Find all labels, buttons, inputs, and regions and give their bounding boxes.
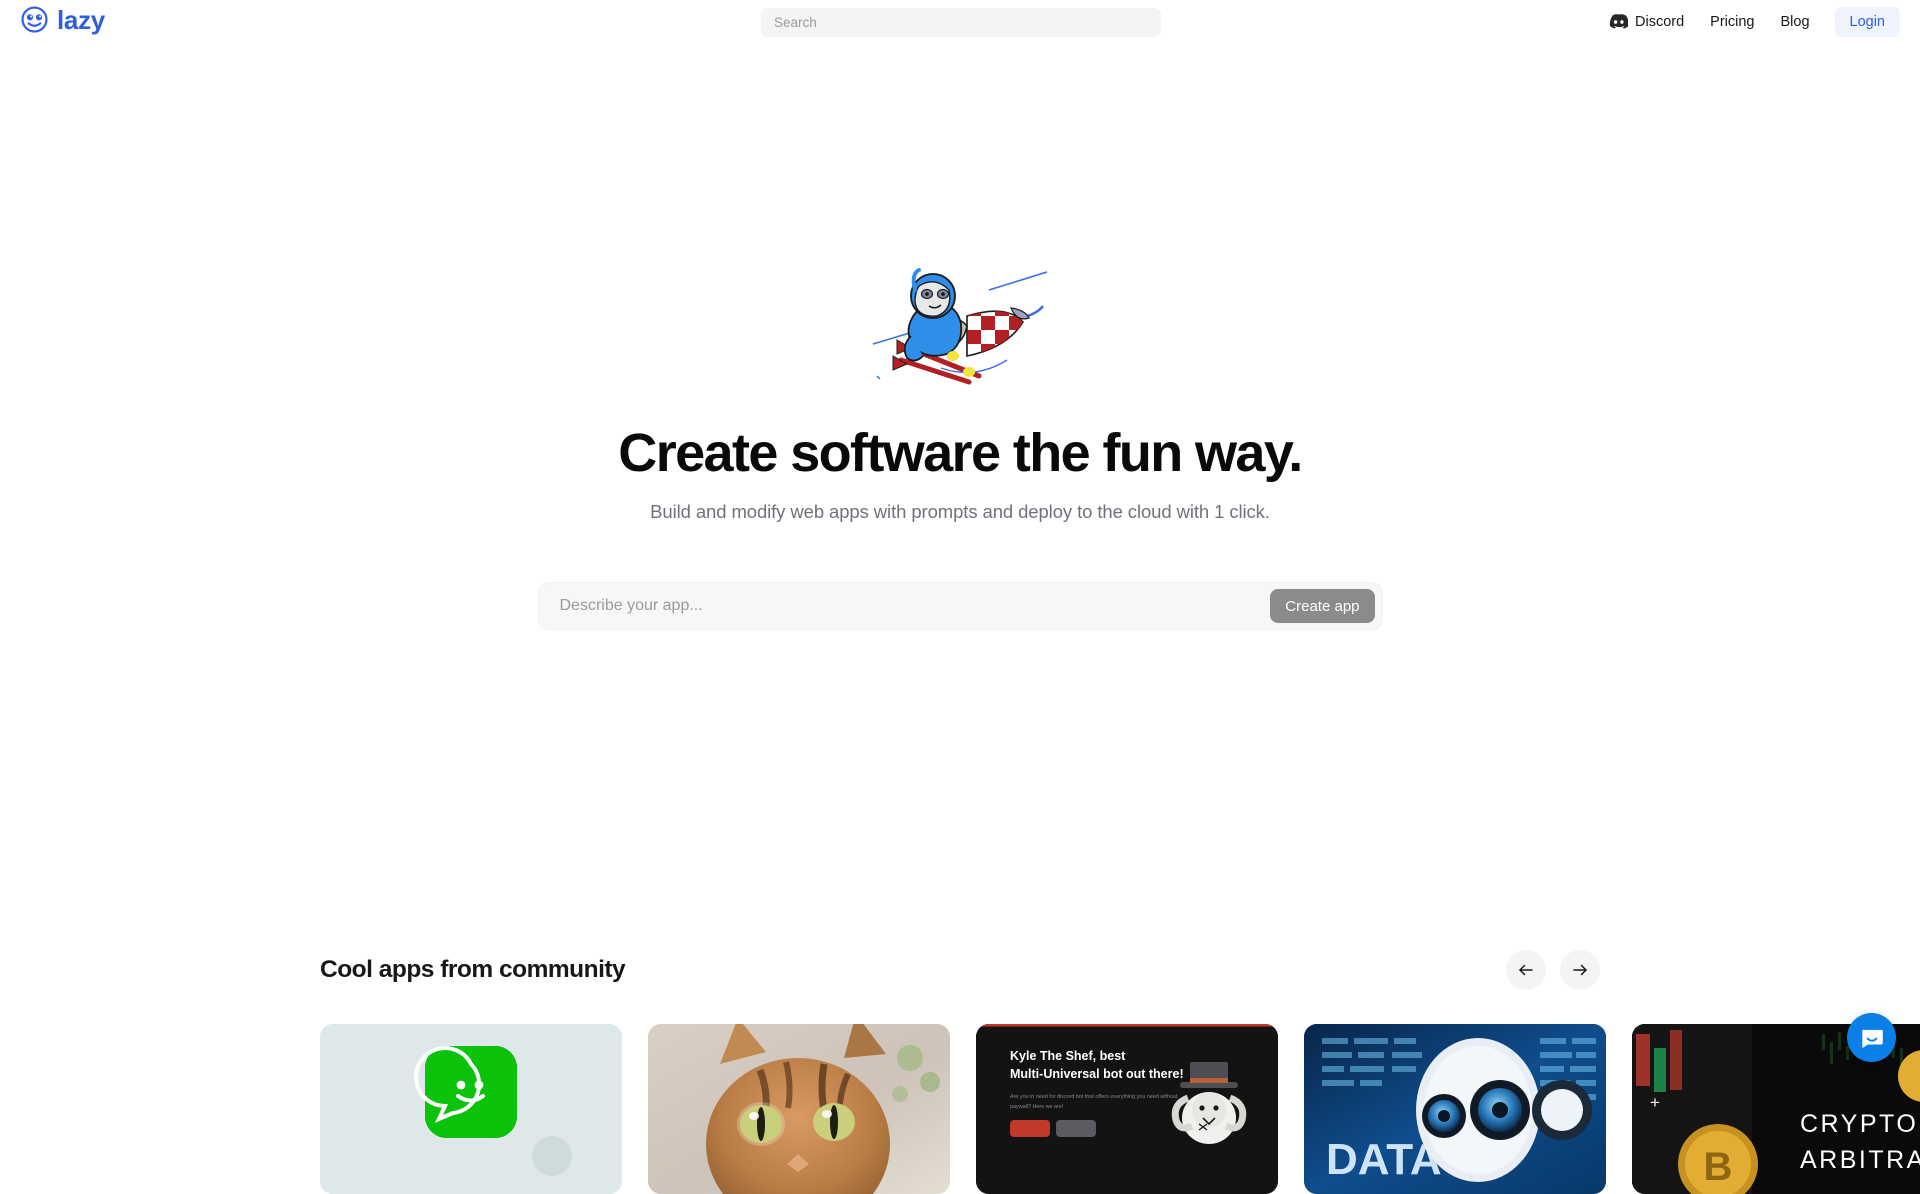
svg-text:paywall? Here we are!: paywall? Here we are! bbox=[1010, 1104, 1064, 1110]
blue-robot-data-dashboard-icon: DATA bbox=[1304, 1024, 1606, 1194]
hero-section: Create software the fun way. Build and m… bbox=[0, 49, 1920, 630]
svg-text:Are you in need for discord bo: Are you in need for discord bot that off… bbox=[1010, 1094, 1178, 1100]
chat-bubble-icon bbox=[1859, 1025, 1885, 1051]
nav-item-blog[interactable]: Blog bbox=[1767, 7, 1822, 37]
nav-item-pricing[interactable]: Pricing bbox=[1697, 7, 1767, 37]
svg-text:Multi-Universal bot out there!: Multi-Universal bot out there! bbox=[1010, 1067, 1184, 1081]
community-title: Cool apps from community bbox=[320, 956, 625, 984]
tabby-cat-photo-icon bbox=[648, 1024, 950, 1194]
brand-name: lazy bbox=[57, 7, 105, 33]
nav-label-discord: Discord bbox=[1635, 14, 1684, 30]
app-card-cat[interactable] bbox=[648, 1024, 950, 1194]
svg-text:ARBITRAGE: ARBITRAGE bbox=[1800, 1146, 1920, 1174]
kyle-the-shef-preview-icon: Kyle The Shef, best Multi-Universal bot … bbox=[976, 1024, 1278, 1194]
sloth-rocket-mascot-icon bbox=[871, 264, 1049, 386]
carousel-next-button[interactable] bbox=[1560, 950, 1600, 990]
community-header: Cool apps from community bbox=[0, 940, 1920, 1000]
carousel-controls bbox=[1506, 950, 1600, 990]
app-prompt-input[interactable] bbox=[560, 583, 1271, 629]
app-card-kyle-the-shef[interactable]: Kyle The Shef, best Multi-Universal bot … bbox=[976, 1024, 1278, 1194]
primary-nav: Discord Pricing Blog Login bbox=[1596, 5, 1900, 38]
app-card-data-robot[interactable]: DATA bbox=[1304, 1024, 1606, 1194]
intercom-chat-launcher[interactable] bbox=[1847, 1013, 1896, 1062]
app-prompt-bar: Create app bbox=[538, 582, 1383, 630]
page-title: Create software the fun way. bbox=[618, 424, 1301, 482]
carousel-prev-button[interactable] bbox=[1506, 950, 1546, 990]
nav-label-pricing: Pricing bbox=[1710, 14, 1754, 30]
search-input[interactable] bbox=[761, 8, 1161, 37]
login-button[interactable]: Login bbox=[1835, 7, 1900, 37]
svg-text:+: + bbox=[1650, 1093, 1660, 1112]
community-section: Cool apps from community bbox=[0, 940, 1920, 1194]
svg-text:Kyle The Shef, best: Kyle The Shef, best bbox=[1010, 1049, 1126, 1063]
create-app-button[interactable]: Create app bbox=[1270, 589, 1374, 623]
site-header: lazy Discord Pricing Blog Login bbox=[0, 0, 1920, 49]
brand-logo[interactable]: lazy bbox=[20, 5, 105, 34]
arrow-right-icon bbox=[1571, 961, 1589, 979]
svg-text:B: B bbox=[1704, 1145, 1733, 1189]
nav-item-discord[interactable]: Discord bbox=[1596, 5, 1697, 38]
green-chat-bubble-lazy-face-icon bbox=[320, 1024, 622, 1194]
community-cards-carousel[interactable]: Kyle The Shef, best Multi-Universal bot … bbox=[0, 1024, 1920, 1194]
lazy-face-logo-icon bbox=[20, 5, 49, 34]
nav-label-blog: Blog bbox=[1780, 14, 1809, 30]
discord-icon bbox=[1609, 12, 1628, 31]
page-subtitle: Build and modify web apps with prompts a… bbox=[650, 501, 1270, 523]
search-field-wrapper bbox=[761, 8, 1161, 37]
svg-text:CRYPTO: CRYPTO bbox=[1800, 1110, 1918, 1138]
app-card-whatsapp-bot[interactable] bbox=[320, 1024, 622, 1194]
arrow-left-icon bbox=[1517, 961, 1535, 979]
